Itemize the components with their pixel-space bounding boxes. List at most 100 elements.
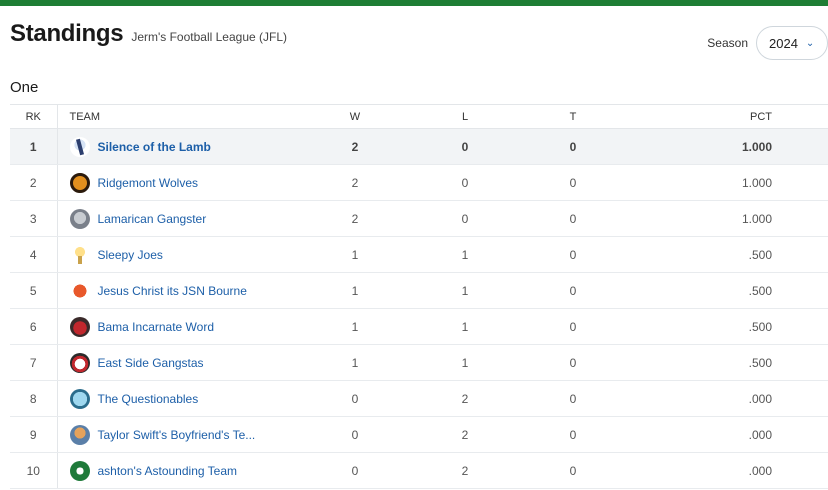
rank-cell: 9 (10, 416, 58, 453)
league-name: Jerm's Football League (JFL) (131, 30, 288, 44)
wins-cell: 0 (313, 416, 397, 453)
team-link[interactable]: Ridgemont Wolves (98, 176, 199, 190)
page-header: Standings Jerm's Football League (JFL) (10, 20, 287, 48)
season-dropdown[interactable]: 2024 ⌄ (756, 26, 828, 60)
ties-cell: 0 (533, 344, 613, 381)
wins-cell: 1 (313, 308, 397, 345)
pct-cell: 1.000 (613, 128, 828, 165)
team-cell: Bama Incarnate Word (57, 308, 313, 345)
team-cell: Jesus Christ its JSN Bourne (57, 272, 313, 309)
team-cell: Silence of the Lamb (57, 128, 313, 165)
standings-table: RK TEAM W L T PCT 1 Silence of the Lamb … (10, 104, 828, 489)
rank-cell: 1 (10, 128, 58, 165)
rank-cell: 8 (10, 380, 58, 417)
pct-cell: .500 (613, 344, 828, 381)
team-cell: Ridgemont Wolves (57, 164, 313, 201)
wins-cell: 1 (313, 272, 397, 309)
column-header-pct[interactable]: PCT (613, 104, 828, 129)
rank-cell: 3 (10, 200, 58, 237)
losses-cell: 0 (397, 128, 533, 165)
pct-cell: .000 (613, 380, 828, 417)
team-cell: East Side Gangstas (57, 344, 313, 381)
pct-cell: .500 (613, 236, 828, 273)
clown-icon[interactable] (69, 352, 90, 373)
table-row: 1 Silence of the Lamb 2 0 0 1.000 (10, 128, 828, 165)
wins-cell: 2 (313, 128, 397, 165)
page-title: Standings (10, 20, 124, 47)
pct-cell: 1.000 (613, 164, 828, 201)
ties-cell: 0 (533, 452, 613, 489)
cardinal-icon[interactable] (69, 316, 90, 337)
pct-cell: 1.000 (613, 200, 828, 237)
rank-cell: 6 (10, 308, 58, 345)
column-header-team[interactable]: TEAM (57, 104, 313, 129)
team-link[interactable]: Silence of the Lamb (98, 140, 211, 154)
column-header-l[interactable]: L (397, 104, 533, 129)
rank-cell: 4 (10, 236, 58, 273)
table-row: 6 Bama Incarnate Word 1 1 0 .500 (10, 308, 828, 345)
chevron-down-icon: ⌄ (805, 37, 815, 49)
losses-cell: 1 (397, 236, 533, 273)
season-label: Season (707, 36, 748, 50)
ties-cell: 0 (533, 416, 613, 453)
player-icon[interactable] (69, 424, 90, 445)
team-cell: Taylor Swift's Boyfriend's Te... (57, 416, 313, 453)
season-value: 2024 (769, 35, 798, 51)
pct-cell: .500 (613, 308, 828, 345)
pct-cell: .500 (613, 272, 828, 309)
pct-cell: .000 (613, 452, 828, 489)
team-cell: The Questionables (57, 380, 313, 417)
division-title: One (10, 79, 39, 96)
team-link[interactable]: Taylor Swift's Boyfriend's Te... (98, 428, 256, 442)
lamb-icon[interactable] (69, 136, 90, 157)
wins-cell: 1 (313, 344, 397, 381)
wins-cell: 0 (313, 380, 397, 417)
ties-cell: 0 (533, 272, 613, 309)
wins-cell: 2 (313, 164, 397, 201)
losses-cell: 1 (397, 344, 533, 381)
table-row: 4 Sleepy Joes 1 1 0 .500 (10, 236, 828, 273)
team-cell: Sleepy Joes (57, 236, 313, 273)
team-link[interactable]: Lamarican Gangster (98, 212, 207, 226)
team-link[interactable]: Jesus Christ its JSN Bourne (98, 284, 247, 298)
gangster-icon[interactable] (69, 208, 90, 229)
losses-cell: 0 (397, 200, 533, 237)
team-link[interactable]: East Side Gangstas (98, 356, 204, 370)
wolf-icon[interactable] (69, 172, 90, 193)
rank-cell: 2 (10, 164, 58, 201)
ties-cell: 0 (533, 164, 613, 201)
table-row: 10 ashton's Astounding Team 0 2 0 .000 (10, 452, 828, 489)
team-link[interactable]: Sleepy Joes (98, 248, 163, 262)
ties-cell: 0 (533, 236, 613, 273)
helmet-icon[interactable] (69, 388, 90, 409)
column-header-rk[interactable]: RK (10, 104, 58, 129)
table-row: 2 Ridgemont Wolves 2 0 0 1.000 (10, 164, 828, 201)
wins-cell: 1 (313, 236, 397, 273)
ice-cream-icon[interactable] (69, 244, 90, 265)
table-row: 5 Jesus Christ its JSN Bourne 1 1 0 .500 (10, 272, 828, 309)
table-row: 8 The Questionables 0 2 0 .000 (10, 380, 828, 417)
hot-dog-icon[interactable] (69, 280, 90, 301)
losses-cell: 2 (397, 416, 533, 453)
losses-cell: 1 (397, 308, 533, 345)
table-row: 3 Lamarican Gangster 2 0 0 1.000 (10, 200, 828, 237)
ties-cell: 0 (533, 308, 613, 345)
ties-cell: 0 (533, 200, 613, 237)
pct-cell: .000 (613, 416, 828, 453)
ties-cell: 0 (533, 128, 613, 165)
column-header-w[interactable]: W (313, 104, 397, 129)
season-filter: Season 2024 ⌄ (707, 26, 828, 60)
team-link[interactable]: The Questionables (98, 392, 199, 406)
team-link[interactable]: Bama Incarnate Word (98, 320, 215, 334)
top-accent-bar (0, 0, 828, 6)
team-cell: Lamarican Gangster (57, 200, 313, 237)
table-row: 7 East Side Gangstas 1 1 0 .500 (10, 344, 828, 381)
rank-cell: 7 (10, 344, 58, 381)
losses-cell: 2 (397, 380, 533, 417)
wins-cell: 2 (313, 200, 397, 237)
team-cell: ashton's Astounding Team (57, 452, 313, 489)
green-helmet-icon[interactable] (69, 460, 90, 481)
table-row: 9 Taylor Swift's Boyfriend's Te... 0 2 0… (10, 416, 828, 453)
team-link[interactable]: ashton's Astounding Team (98, 464, 238, 478)
column-header-t[interactable]: T (533, 104, 613, 129)
